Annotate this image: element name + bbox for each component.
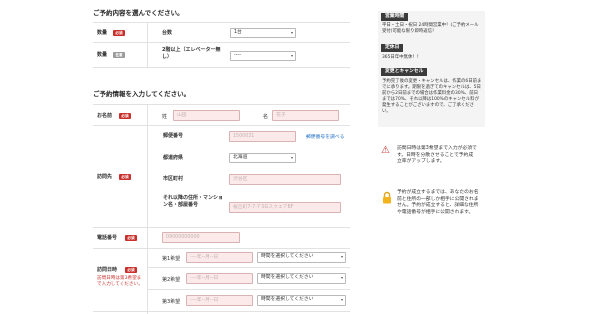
- chevron-down-icon: ▾: [290, 155, 293, 160]
- unit-count-label: 台数: [162, 30, 173, 36]
- chevron-down-icon: ▾: [340, 254, 343, 259]
- time-value: 時間を選択してください: [261, 297, 314, 302]
- time-select[interactable]: 時間を選択してください ▾: [257, 295, 346, 306]
- quantity-label: 数量: [97, 30, 108, 36]
- prefecture-select[interactable]: 北海道 ▾: [229, 153, 296, 163]
- divider: [93, 42, 350, 43]
- required-badge: 必須: [125, 267, 137, 273]
- optional-badge: 任意: [113, 52, 125, 58]
- change-cancel-text: 予約完了後の変更・キャンセルは、作業の6日前までに承ります。期限を過ぎてのキャン…: [382, 79, 482, 114]
- preference-label: 第3希望: [162, 299, 181, 305]
- lock-icon: [382, 191, 392, 204]
- hours-text: 平日・土日・祝日 24時間営業中！(ご予約メール受付)可能な限り即時返信！: [382, 23, 479, 34]
- date-input[interactable]: ----年--月--日: [186, 273, 253, 284]
- section-title-reservation: ご予約内容を選んでください。: [93, 9, 184, 17]
- quantity-label: 数量: [97, 52, 108, 58]
- time-value: 時間を選択してください: [261, 254, 314, 259]
- phone-input[interactable]: 09000000000: [162, 232, 240, 243]
- preference-label: 第2希望: [162, 277, 181, 283]
- required-badge: 必須: [113, 30, 125, 36]
- visit-label: 訪問日時: [97, 267, 118, 273]
- divider: [147, 104, 148, 314]
- street-label: それ以降の住所・マンション名・部屋番号: [163, 195, 224, 208]
- divider: [93, 125, 350, 126]
- prefecture-label: 都道府県: [163, 155, 184, 161]
- divider: [93, 22, 350, 23]
- chevron-down-icon: ▾: [290, 30, 293, 35]
- visit-note: 訪問日時は第3希望まで入力してください。: [97, 276, 143, 287]
- upper-floor-value: ----: [234, 53, 241, 58]
- zip-lookup-link[interactable]: 郵便番号を調べる: [306, 133, 344, 140]
- chevron-down-icon: ▾: [290, 53, 293, 58]
- required-badge: 必須: [119, 113, 131, 119]
- prefecture-value: 北海道: [233, 155, 248, 160]
- date-input[interactable]: ----年--月--日: [186, 295, 253, 306]
- date-input[interactable]: ----年--月--日: [186, 252, 253, 263]
- warning-icon: ⚠: [381, 145, 390, 156]
- business-info-panel: 営業時間 平日・土日・祝日 24時間営業中！(ご予約メール受付)可能な限り即時返…: [378, 11, 485, 127]
- first-name-input[interactable]: 花子: [272, 110, 339, 121]
- hours-heading: 営業時間: [381, 13, 409, 21]
- street-input[interactable]: 桜丘町7-7-7 SGスクエアBF: [229, 202, 341, 213]
- unit-count-value: 1台: [234, 30, 242, 35]
- preference-label: 第1希望: [162, 256, 181, 262]
- divider: [93, 67, 350, 68]
- upper-floor-select[interactable]: ---- ▾: [230, 51, 296, 61]
- first-name-label: 名: [263, 114, 269, 120]
- required-badge: 必須: [119, 174, 131, 180]
- holiday-text: 365日年中無休！！: [382, 55, 422, 60]
- unit-count-select[interactable]: 1台 ▾: [230, 28, 296, 38]
- privacy-info-text: 予約が成立するまでは、あなたのお名前と住所の一部しか相手に公開されません。予約が…: [397, 190, 479, 215]
- last-name-input[interactable]: 山田: [173, 110, 240, 121]
- address-label: 訪問先: [97, 174, 113, 180]
- zip-input[interactable]: 1500031: [229, 131, 296, 142]
- divider: [93, 104, 350, 105]
- change-cancel-heading: 変更とキャンセル: [381, 68, 428, 76]
- holiday-heading: 定休日: [381, 44, 404, 52]
- chevron-down-icon: ▾: [340, 275, 343, 280]
- upper-floor-label: 2階以上（エレベーター無し）: [162, 47, 221, 60]
- city-label: 市区町村: [163, 176, 184, 182]
- phone-label: 電話番号: [97, 235, 118, 241]
- divider: [93, 248, 350, 249]
- zip-label: 郵便番号: [163, 133, 184, 139]
- divider: [147, 267, 350, 268]
- required-badge: 必須: [125, 235, 137, 241]
- divider: [147, 289, 350, 290]
- divider: [93, 311, 350, 312]
- city-input[interactable]: 渋谷区: [229, 174, 341, 185]
- section-title-info: ご予約情報を入力してください。: [93, 90, 191, 98]
- time-select[interactable]: 時間を選択してください ▾: [257, 252, 346, 263]
- divider: [147, 22, 148, 67]
- divider: [93, 227, 350, 228]
- visit-info-text: 訪問日時は第3希望まで入力が必須です。日時を分散させることで予約成立率がアップし…: [397, 146, 477, 164]
- time-select[interactable]: 時間を選択してください ▾: [257, 273, 346, 284]
- name-label: お名前: [97, 113, 113, 119]
- chevron-down-icon: ▾: [340, 297, 343, 302]
- last-name-label: 姓: [162, 114, 168, 120]
- time-value: 時間を選択してください: [261, 275, 314, 280]
